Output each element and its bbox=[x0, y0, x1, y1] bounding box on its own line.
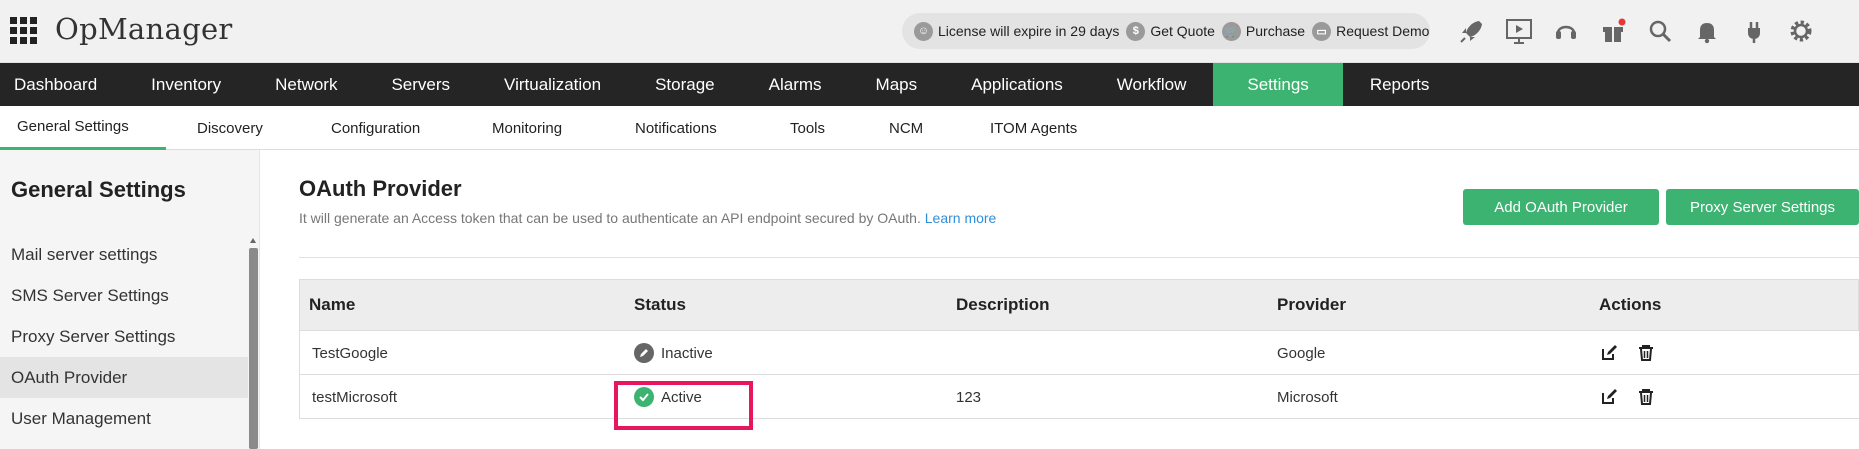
table-row: testMicrosoft Active 123 Microsoft bbox=[299, 375, 1859, 419]
rocket-icon[interactable] bbox=[1452, 12, 1492, 50]
tab-general-settings[interactable]: General Settings bbox=[0, 106, 166, 150]
license-icon: ☺ bbox=[914, 21, 933, 41]
license-bar: ☺ License will expire in 29 days $ Get Q… bbox=[902, 13, 1430, 49]
sidebar-item-oauth-provider[interactable]: OAuth Provider bbox=[0, 357, 248, 398]
column-header-description: Description bbox=[956, 295, 1050, 314]
add-oauth-provider-button[interactable]: Add OAuth Provider bbox=[1463, 189, 1659, 225]
brand-logo[interactable]: OpManager bbox=[55, 12, 233, 46]
table-header: Name Status Description Provider Actions bbox=[299, 279, 1859, 331]
request-demo-label: Request Demo bbox=[1336, 23, 1430, 39]
divider bbox=[299, 257, 1859, 258]
learn-more-link[interactable]: Learn more bbox=[925, 210, 997, 226]
bell-icon[interactable] bbox=[1687, 12, 1727, 50]
trash-icon[interactable] bbox=[1636, 343, 1656, 363]
nav-applications[interactable]: Applications bbox=[944, 63, 1090, 106]
scroll-thumb[interactable] bbox=[249, 248, 258, 449]
cell-provider: Microsoft bbox=[1277, 388, 1338, 406]
status-text: Inactive bbox=[661, 344, 713, 362]
request-demo-link[interactable]: ▭ Request Demo bbox=[1312, 21, 1430, 41]
purchase-label: Purchase bbox=[1245, 23, 1306, 39]
cell-name: testMicrosoft bbox=[312, 388, 398, 406]
trash-icon[interactable] bbox=[1636, 387, 1656, 407]
nav-alarms[interactable]: Alarms bbox=[742, 63, 849, 106]
cell-description: 123 bbox=[956, 388, 982, 406]
tab-monitoring[interactable]: Monitoring bbox=[492, 106, 562, 150]
page-description: It will generate an Access token that ca… bbox=[299, 210, 996, 226]
tab-discovery[interactable]: Discovery bbox=[197, 106, 263, 150]
nav-workflow[interactable]: Workflow bbox=[1090, 63, 1214, 106]
cell-provider: Google bbox=[1277, 344, 1326, 362]
cell-actions bbox=[1599, 375, 1673, 419]
headset-icon[interactable] bbox=[1546, 12, 1586, 50]
highlight-annotation-box bbox=[614, 381, 753, 430]
description-text: It will generate an Access token that ca… bbox=[299, 210, 921, 226]
cell-name: TestGoogle bbox=[312, 344, 388, 362]
edit-icon[interactable] bbox=[1599, 387, 1619, 407]
top-icon-bar bbox=[1452, 12, 1828, 50]
top-bar: OpManager ☺ License will expire in 29 da… bbox=[0, 0, 1859, 63]
main-nav: Dashboard Inventory Network Servers Virt… bbox=[0, 63, 1859, 106]
get-quote-label: Get Quote bbox=[1150, 23, 1215, 39]
edit-icon[interactable] bbox=[1599, 343, 1619, 363]
demo-icon: ▭ bbox=[1312, 21, 1332, 41]
sub-nav: General Settings Discovery Configuration… bbox=[0, 106, 1859, 150]
nav-settings[interactable]: Settings bbox=[1213, 63, 1343, 106]
column-header-actions: Actions bbox=[1599, 295, 1662, 314]
tab-notifications[interactable]: Notifications bbox=[635, 106, 717, 150]
settings-sidebar: General Settings Mail server settings SM… bbox=[0, 150, 260, 449]
sidebar-item-user-management[interactable]: User Management bbox=[0, 398, 248, 439]
nav-dashboard[interactable]: Dashboard bbox=[0, 63, 124, 106]
nav-virtualization[interactable]: Virtualization bbox=[477, 63, 628, 106]
nav-maps[interactable]: Maps bbox=[849, 63, 945, 106]
sidebar-title: General Settings bbox=[11, 177, 186, 202]
tab-configuration[interactable]: Configuration bbox=[331, 106, 420, 150]
cart-icon: 🛒 bbox=[1221, 21, 1241, 41]
gear-icon[interactable] bbox=[1781, 12, 1821, 50]
get-quote-link[interactable]: $ Get Quote bbox=[1126, 21, 1215, 41]
plug-icon[interactable] bbox=[1734, 12, 1774, 50]
sidebar-item-sms-server[interactable]: SMS Server Settings bbox=[0, 275, 248, 316]
nav-inventory[interactable]: Inventory bbox=[124, 63, 248, 106]
nav-reports[interactable]: Reports bbox=[1343, 63, 1457, 106]
nav-storage[interactable]: Storage bbox=[628, 63, 742, 106]
presentation-icon[interactable] bbox=[1499, 12, 1539, 50]
inactive-status-icon bbox=[634, 343, 654, 363]
search-icon[interactable] bbox=[1640, 12, 1680, 50]
cell-actions bbox=[1599, 331, 1673, 375]
dollar-icon: $ bbox=[1126, 21, 1146, 41]
table-row: TestGoogle Inactive Google bbox=[299, 331, 1859, 375]
scroll-up-arrow-icon[interactable] bbox=[250, 238, 256, 243]
column-header-provider: Provider bbox=[1277, 295, 1346, 314]
sidebar-scrollbar[interactable] bbox=[248, 238, 259, 449]
nav-network[interactable]: Network bbox=[248, 63, 364, 106]
license-info: ☺ License will expire in 29 days bbox=[914, 21, 1120, 41]
apps-grid-icon[interactable] bbox=[10, 17, 37, 44]
proxy-server-settings-button[interactable]: Proxy Server Settings bbox=[1666, 189, 1859, 225]
column-header-status: Status bbox=[634, 295, 686, 314]
tab-ncm[interactable]: NCM bbox=[889, 106, 923, 150]
license-text: License will expire in 29 days bbox=[938, 23, 1120, 39]
purchase-link[interactable]: 🛒 Purchase bbox=[1221, 21, 1306, 41]
page-title: OAuth Provider bbox=[299, 176, 462, 201]
gift-icon[interactable] bbox=[1593, 12, 1633, 50]
tab-tools[interactable]: Tools bbox=[790, 106, 825, 150]
nav-servers[interactable]: Servers bbox=[364, 63, 477, 106]
sidebar-item-proxy-server[interactable]: Proxy Server Settings bbox=[0, 316, 248, 357]
sidebar-item-mail-server[interactable]: Mail server settings bbox=[0, 234, 248, 275]
column-header-name: Name bbox=[309, 295, 356, 314]
cell-status: Inactive bbox=[634, 331, 713, 375]
tab-itom-agents[interactable]: ITOM Agents bbox=[990, 106, 1077, 150]
